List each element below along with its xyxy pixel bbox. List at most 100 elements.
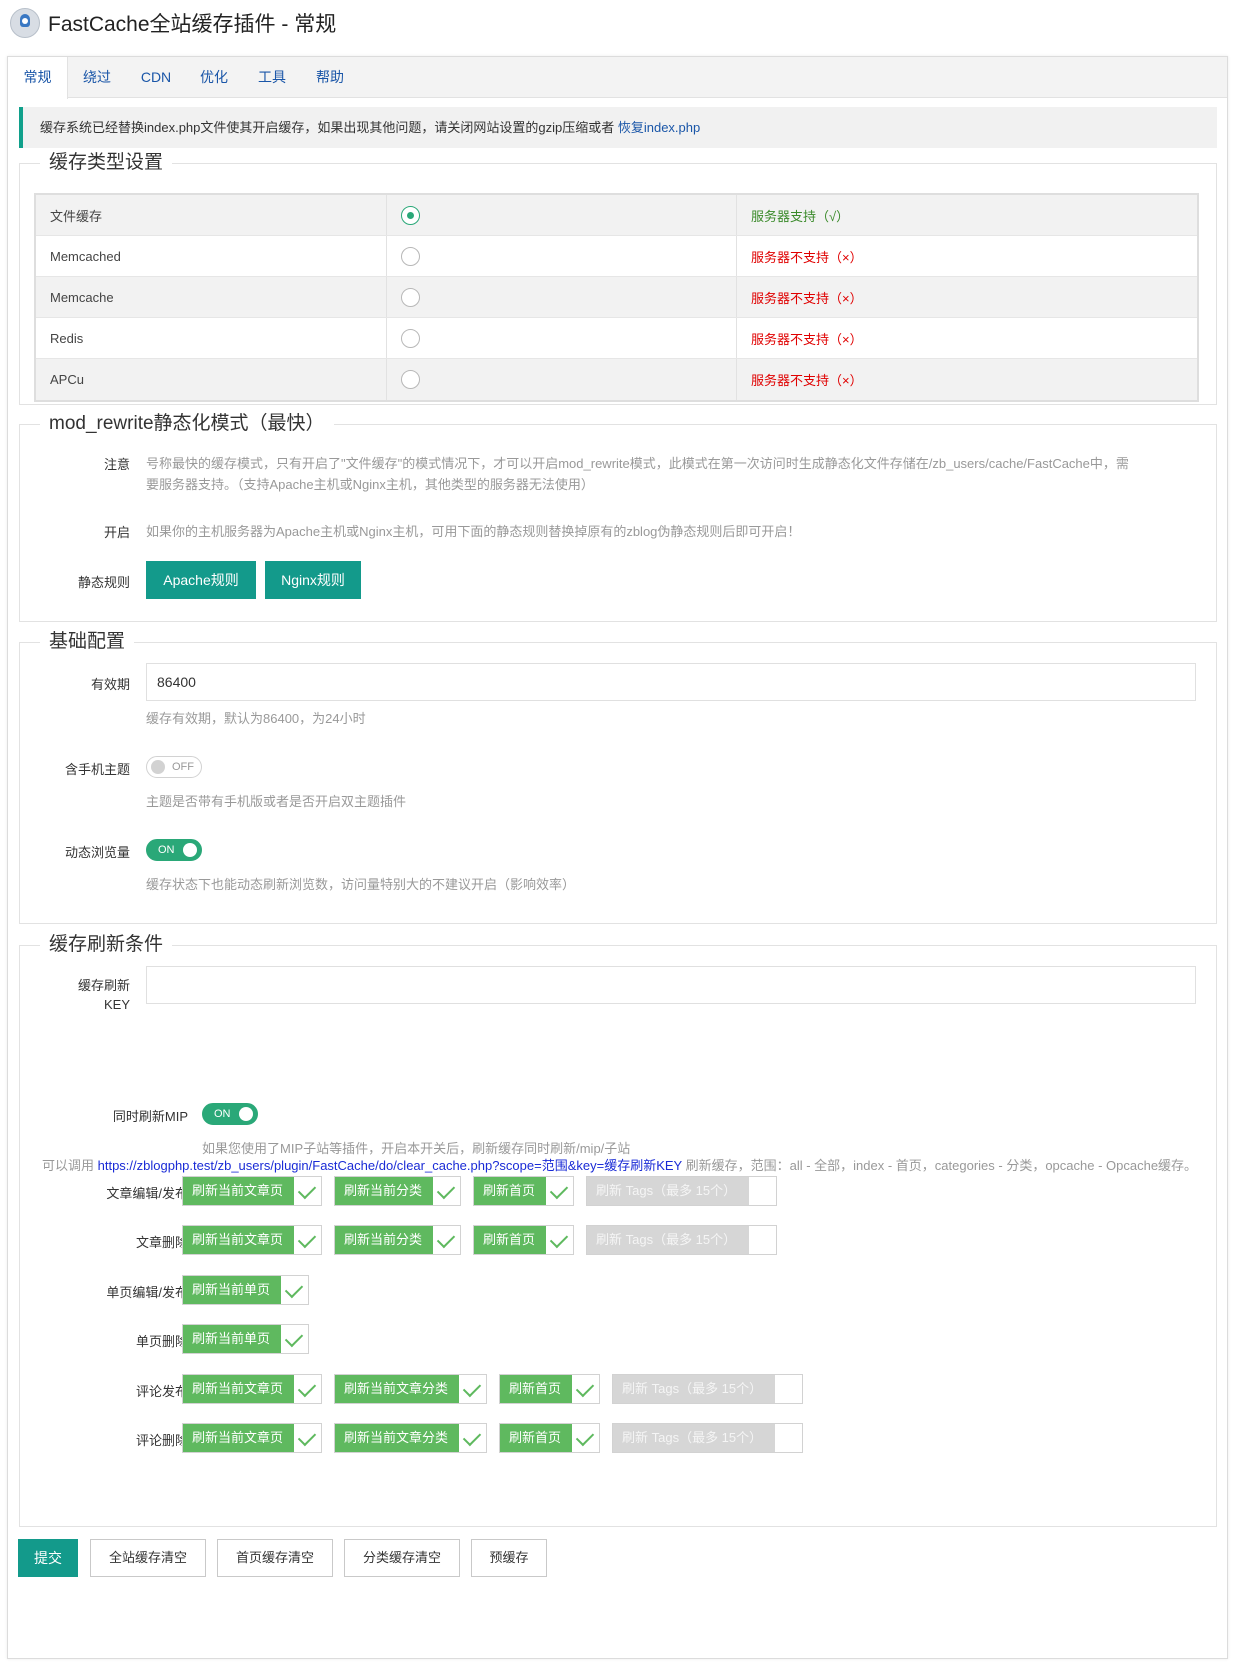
refresh-checkbox[interactable]: 刷新首页 [499,1423,600,1453]
notice-text: 缓存系统已经替换index.php文件使其开启缓存，如果出现其他问题，请关闭网站… [40,120,618,135]
dynamic-views-switch[interactable]: ON [146,839,202,861]
refresh-checkbox[interactable]: 刷新当前分类 [334,1225,461,1255]
page-title: FastCache全站缓存插件 - 常规 [48,13,337,36]
refresh-checkbox[interactable]: 刷新当前文章页 [182,1225,322,1255]
tab-bypass[interactable]: 绕过 [76,57,118,98]
refresh-checkbox-label: 刷新当前单页 [183,1325,281,1353]
basic-config-section: 基础配置 有效期 86400 缓存有效期，默认为86400，为24小时 含手机主… [19,628,1217,924]
nginx-rules-button[interactable]: Nginx规则 [265,561,361,599]
precache-button[interactable]: 预缓存 [471,1539,547,1577]
cache-type-radio[interactable] [401,287,420,307]
url-prefix: 可以调用 [42,1158,98,1173]
cache-type-row: 文件缓存 服务器支持（√） [36,195,1197,236]
cache-type-row: Memcache 服务器不支持（×） [36,277,1197,318]
check-icon [294,1375,321,1403]
clear-cache-url[interactable]: https://zblogphp.test/zb_users/plugin/Fa… [98,1158,682,1173]
refresh-checkbox[interactable]: 刷新 Tags（最多 15个） [586,1225,777,1255]
check-icon [546,1177,573,1205]
tab-general[interactable]: 常规 [8,57,68,99]
refresh-rule-label: 文章编辑/发布 [106,1186,188,1201]
refresh-checkbox[interactable]: 刷新当前文章页 [182,1423,322,1453]
refresh-checkbox[interactable]: 刷新当前单页 [182,1324,309,1354]
apache-rules-button[interactable]: Apache规则 [146,561,256,599]
cache-type-name: Memcache [36,277,387,317]
cache-type-radio[interactable] [401,370,420,389]
refresh-key-label-line1: 缓存刷新 [77,978,130,993]
tab-cdn[interactable]: CDN [134,57,178,98]
check-icon [459,1375,486,1403]
server-support-status: 服务器不支持（×） [751,373,863,388]
cache-type-name: Memcached [36,236,387,276]
tab-help[interactable]: 帮助 [310,57,350,98]
refresh-key-input[interactable] [146,966,1196,1004]
refresh-conditions-legend: 缓存刷新条件 [40,931,173,959]
clear-home-cache-button[interactable]: 首页缓存清空 [217,1539,333,1577]
refresh-checkbox[interactable]: 刷新当前文章页 [182,1374,322,1404]
refresh-checkbox[interactable]: 刷新 Tags（最多 15个） [612,1423,803,1453]
refresh-checkbox[interactable]: 刷新 Tags（最多 15个） [586,1176,777,1206]
check-icon [572,1424,599,1452]
cache-type-table: 文件缓存 服务器支持（√） Memcached 服务器不支持（×） Memcache 服务… [34,193,1199,402]
refresh-checkbox-label: 刷新当前分类 [335,1226,433,1254]
check-icon [775,1424,802,1452]
refresh-checkbox-label: 刷新 Tags（最多 15个） [587,1177,749,1205]
refresh-checkbox[interactable]: 刷新当前文章分类 [334,1423,487,1453]
check-icon [749,1177,776,1205]
tab-tools[interactable]: 工具 [252,57,292,98]
server-support-status: 服务器不支持（×） [751,249,863,265]
check-icon [294,1177,321,1205]
cache-type-radio[interactable] [401,205,420,225]
check-icon [281,1325,308,1353]
refresh-checkbox-label: 刷新当前分类 [335,1177,433,1205]
restore-index-link[interactable]: 恢复index.php [618,120,700,135]
refresh-checkbox-label: 刷新 Tags（最多 15个） [613,1375,775,1403]
tab-optimize[interactable]: 优化 [194,57,234,98]
refresh-rule-label: 单页编辑/发布 [106,1285,188,1300]
refresh-rule-label: 单页删除 [135,1334,188,1349]
mobile-theme-switch[interactable]: OFF [146,756,202,778]
refresh-checkbox[interactable]: 刷新当前单页 [182,1275,309,1305]
cache-type-radio[interactable] [401,246,420,266]
check-icon [294,1226,321,1254]
switch-state: OFF [172,761,194,773]
plugin-logo-icon [10,8,40,38]
expire-label: 有效期 [90,677,130,692]
cache-type-name: 文件缓存 [36,195,387,235]
mip-refresh-switch[interactable]: ON [202,1103,258,1125]
refresh-rule-label: 评论删除 [135,1433,188,1448]
refresh-checkbox[interactable]: 刷新首页 [473,1176,574,1206]
cache-type-name: APCu [36,359,387,400]
mobile-theme-help: 主题是否带有手机版或者是否开启双主题插件 [146,794,407,809]
check-icon [572,1375,599,1403]
switch-knob [239,1107,253,1121]
cache-type-radio-cell [387,236,737,276]
server-support-status: 服务器不支持（×） [751,331,863,347]
submit-button[interactable]: 提交 [18,1539,78,1577]
refresh-checkbox-label: 刷新当前文章页 [183,1177,294,1205]
cache-type-name: Redis [36,318,387,358]
refresh-checkbox-label: 刷新首页 [474,1177,546,1205]
rewrite-section: mod_rewrite静态化模式（最快） 注意 号称最快的缓存模式，只有开启了"… [19,410,1217,622]
refresh-checkbox[interactable]: 刷新当前分类 [334,1176,461,1206]
server-support-status: 服务器支持（√） [751,208,850,224]
app-header: FastCache全站缓存插件 - 常规 [10,6,336,40]
dynamic-views-help: 缓存状态下也能动态刷新浏览数，访问量特别大的不建议开启（影响效率） [146,877,576,892]
cache-type-radio[interactable] [401,328,420,348]
refresh-checkbox[interactable]: 刷新当前文章页 [182,1176,322,1206]
refresh-checkbox[interactable]: 刷新当前文章分类 [334,1374,487,1404]
mip-label: 同时刷新MIP [112,1109,188,1124]
enable-label: 开启 [103,525,130,540]
switch-knob [151,760,165,774]
rewrite-legend: mod_rewrite静态化模式（最快） [40,410,334,438]
refresh-checkbox[interactable]: 刷新首页 [499,1374,600,1404]
clear-category-cache-button[interactable]: 分类缓存清空 [344,1539,460,1577]
refresh-rule-label: 文章删除 [135,1235,188,1250]
expire-input[interactable]: 86400 [146,663,1196,701]
refresh-checkbox-label: 刷新 Tags（最多 15个） [587,1226,749,1254]
refresh-checkbox[interactable]: 刷新 Tags（最多 15个） [612,1374,803,1404]
check-icon [433,1177,460,1205]
tab-bar: 常规 绕过 CDN 优化 工具 帮助 [8,57,1227,99]
refresh-checkbox[interactable]: 刷新首页 [473,1225,574,1255]
clear-all-cache-button[interactable]: 全站缓存清空 [90,1539,206,1577]
server-support-status: 服务器不支持（×） [751,290,863,306]
